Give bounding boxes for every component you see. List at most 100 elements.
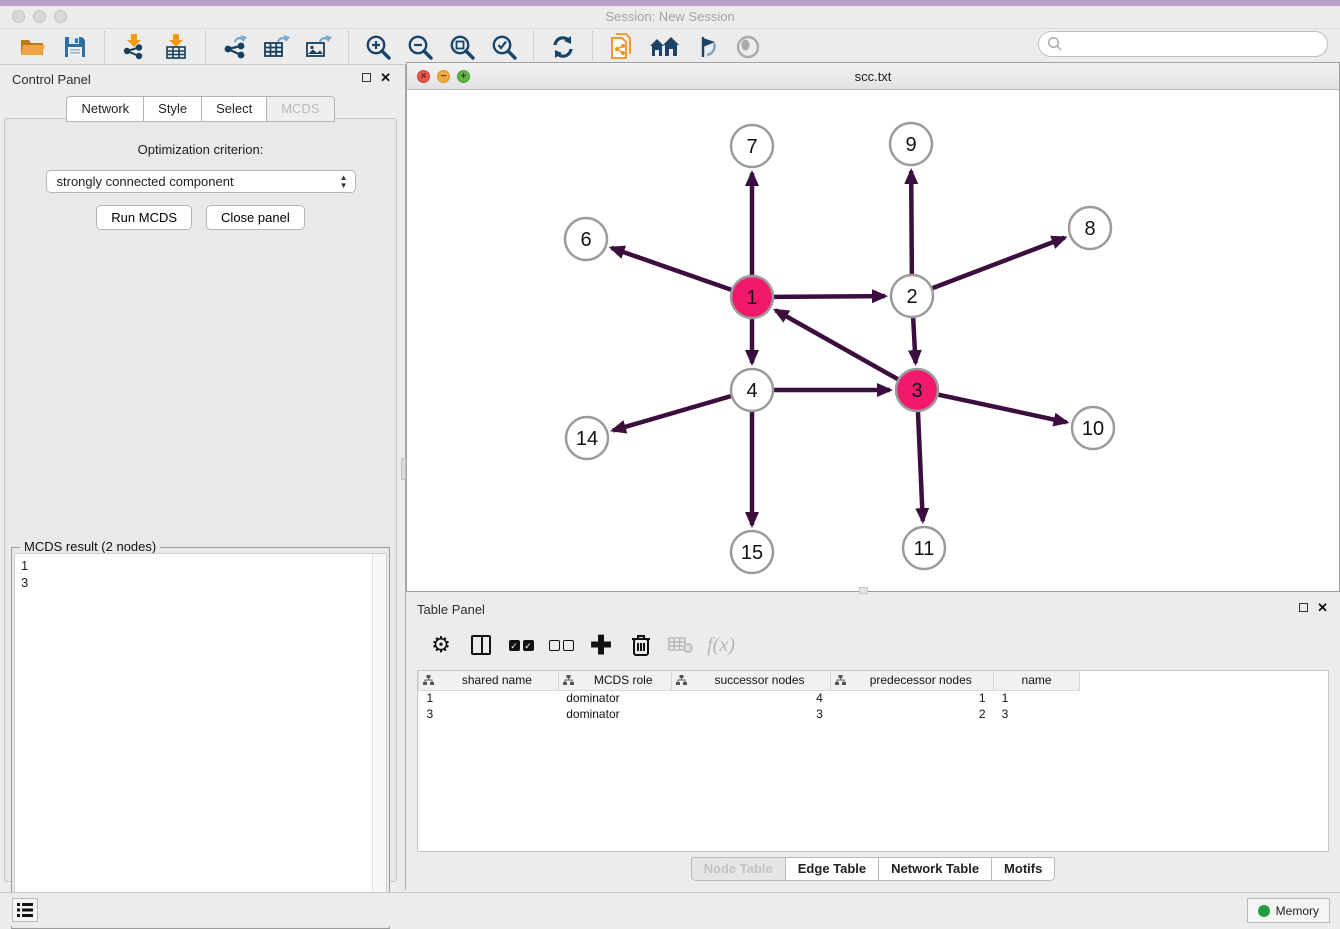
tab-mcds[interactable]: MCDS: [266, 96, 334, 122]
table-cell[interactable]: 4: [671, 690, 831, 706]
column-header-predecessor-nodes[interactable]: predecessor nodes: [831, 671, 994, 690]
float-panel-icon[interactable]: [362, 73, 371, 82]
column-label: MCDS role: [580, 673, 667, 687]
tab-select[interactable]: Select: [201, 96, 266, 122]
edge-1-6[interactable]: [611, 248, 731, 290]
table-cell[interactable]: 2: [831, 706, 994, 722]
mcds-result-list[interactable]: 13: [14, 553, 387, 926]
table-row[interactable]: 1dominator411: [419, 690, 1080, 706]
home-button[interactable]: [649, 33, 679, 61]
edge-3-1[interactable]: [776, 310, 898, 379]
select-all-columns-button[interactable]: ✓✓: [506, 630, 536, 660]
table-cell[interactable]: 3: [671, 706, 831, 722]
tab-motifs[interactable]: Motifs: [991, 857, 1055, 881]
export-image-button[interactable]: [304, 33, 334, 61]
edge-2-9[interactable]: [911, 171, 912, 274]
add-column-button[interactable]: ✚: [586, 630, 616, 660]
node-table: shared name MCDS role successor nodes prede…: [417, 670, 1329, 852]
node-label-6: 6: [580, 229, 591, 251]
result-scrollbar[interactable]: [372, 554, 386, 925]
edge-3-10[interactable]: [939, 395, 1067, 423]
show-columns-button[interactable]: [466, 630, 496, 660]
column-type-icon: [563, 675, 574, 685]
tab-network-table[interactable]: Network Table: [878, 857, 991, 881]
network-window-titlebar[interactable]: × − + scc.txt: [407, 63, 1339, 90]
new-network-from-selection-button[interactable]: [607, 33, 637, 61]
mcds-tab-content: Optimization criterion: strongly connect…: [4, 118, 397, 882]
table-settings-button[interactable]: ⚙: [426, 630, 456, 660]
edge-1-2[interactable]: [774, 296, 885, 297]
close-panel-button[interactable]: Close panel: [206, 205, 305, 230]
node-label-3: 3: [911, 380, 922, 402]
deselect-all-columns-button[interactable]: [546, 630, 576, 660]
toolbar-separator: [348, 31, 349, 63]
search-field[interactable]: [1038, 31, 1328, 57]
table-cell[interactable]: 3: [419, 706, 559, 722]
zoom-in-button[interactable]: [363, 33, 393, 61]
node-label-4: 4: [746, 380, 757, 402]
float-table-panel-icon[interactable]: [1299, 603, 1308, 612]
edge-2-8[interactable]: [933, 238, 1065, 289]
table-cell[interactable]: 1: [419, 690, 559, 706]
result-line: 1: [21, 557, 386, 574]
edge-3-11[interactable]: [918, 412, 923, 521]
save-session-button[interactable]: [60, 33, 90, 61]
mcds-result-title: MCDS result (2 nodes): [20, 539, 160, 554]
edge-4-14[interactable]: [613, 396, 731, 430]
table-row[interactable]: 3dominator323: [419, 706, 1080, 722]
unchecked-checkboxes-icon: [549, 640, 574, 651]
run-mcds-button[interactable]: Run MCDS: [96, 205, 192, 230]
search-icon: [1047, 36, 1063, 52]
control-panel-title: Control Panel: [12, 72, 91, 87]
table-cell[interactable]: 3: [994, 706, 1080, 722]
open-session-button[interactable]: [18, 33, 48, 61]
toolbar-separator: [533, 31, 534, 63]
column-label: shared name: [440, 673, 554, 687]
horizontal-divider-grip[interactable]: [859, 587, 868, 594]
export-network-button[interactable]: [220, 33, 250, 61]
tab-node-table[interactable]: Node Table: [691, 857, 785, 881]
column-header-successor-nodes[interactable]: successor nodes: [671, 671, 831, 690]
control-panel-tabs: NetworkStyleSelectMCDS: [0, 96, 401, 122]
export-table-button[interactable]: [262, 33, 292, 61]
close-table-panel-icon[interactable]: ✕: [1317, 602, 1328, 613]
table-cell[interactable]: dominator: [558, 706, 671, 722]
column-header-name[interactable]: name: [994, 671, 1080, 690]
toolbar-separator: [592, 31, 593, 63]
memory-button[interactable]: Memory: [1247, 898, 1330, 923]
table-cell[interactable]: 1: [831, 690, 994, 706]
style-preview-button[interactable]: [691, 33, 721, 61]
memory-status-icon: [1258, 905, 1270, 917]
tab-edge-table[interactable]: Edge Table: [785, 857, 878, 881]
table-cell[interactable]: dominator: [558, 690, 671, 706]
control-panel: Control Panel ✕ NetworkStyleSelectMCDS O…: [0, 65, 401, 890]
delete-column-button[interactable]: [626, 630, 656, 660]
criterion-dropdown[interactable]: strongly connected component ▲▼: [46, 170, 356, 193]
table-body: 1dominator4113dominator323: [419, 690, 1080, 722]
close-panel-icon[interactable]: ✕: [380, 72, 391, 83]
import-table-button[interactable]: [161, 33, 191, 61]
show-panels-button[interactable]: [12, 898, 38, 922]
apply-layout-button[interactable]: [548, 33, 578, 61]
function-builder-button[interactable]: f(x): [706, 630, 736, 660]
zoom-selected-button[interactable]: [489, 33, 519, 61]
network-canvas[interactable]: 7968124314101511: [407, 90, 1339, 591]
column-header-shared-name[interactable]: shared name: [419, 671, 559, 690]
save-icon: [64, 36, 86, 58]
result-line: 3: [21, 574, 386, 591]
table-cell[interactable]: 1: [994, 690, 1080, 706]
zoom-out-button[interactable]: [405, 33, 435, 61]
export-image-icon: [305, 34, 333, 60]
edge-2-3[interactable]: [913, 318, 915, 363]
import-network-button[interactable]: [119, 33, 149, 61]
table-panel-tabs: Node TableEdge TableNetwork TableMotifs: [406, 857, 1340, 881]
delete-table-button[interactable]: [666, 630, 696, 660]
column-header-MCDS-role[interactable]: MCDS role: [558, 671, 671, 690]
gear-icon: ⚙: [431, 632, 451, 658]
tab-network[interactable]: Network: [66, 96, 143, 122]
zoom-fit-button[interactable]: [447, 33, 477, 61]
network-window-title: scc.txt: [407, 69, 1339, 84]
hide-graphics-details-button[interactable]: [733, 33, 763, 61]
column-label: successor nodes: [693, 673, 827, 687]
tab-style[interactable]: Style: [143, 96, 201, 122]
